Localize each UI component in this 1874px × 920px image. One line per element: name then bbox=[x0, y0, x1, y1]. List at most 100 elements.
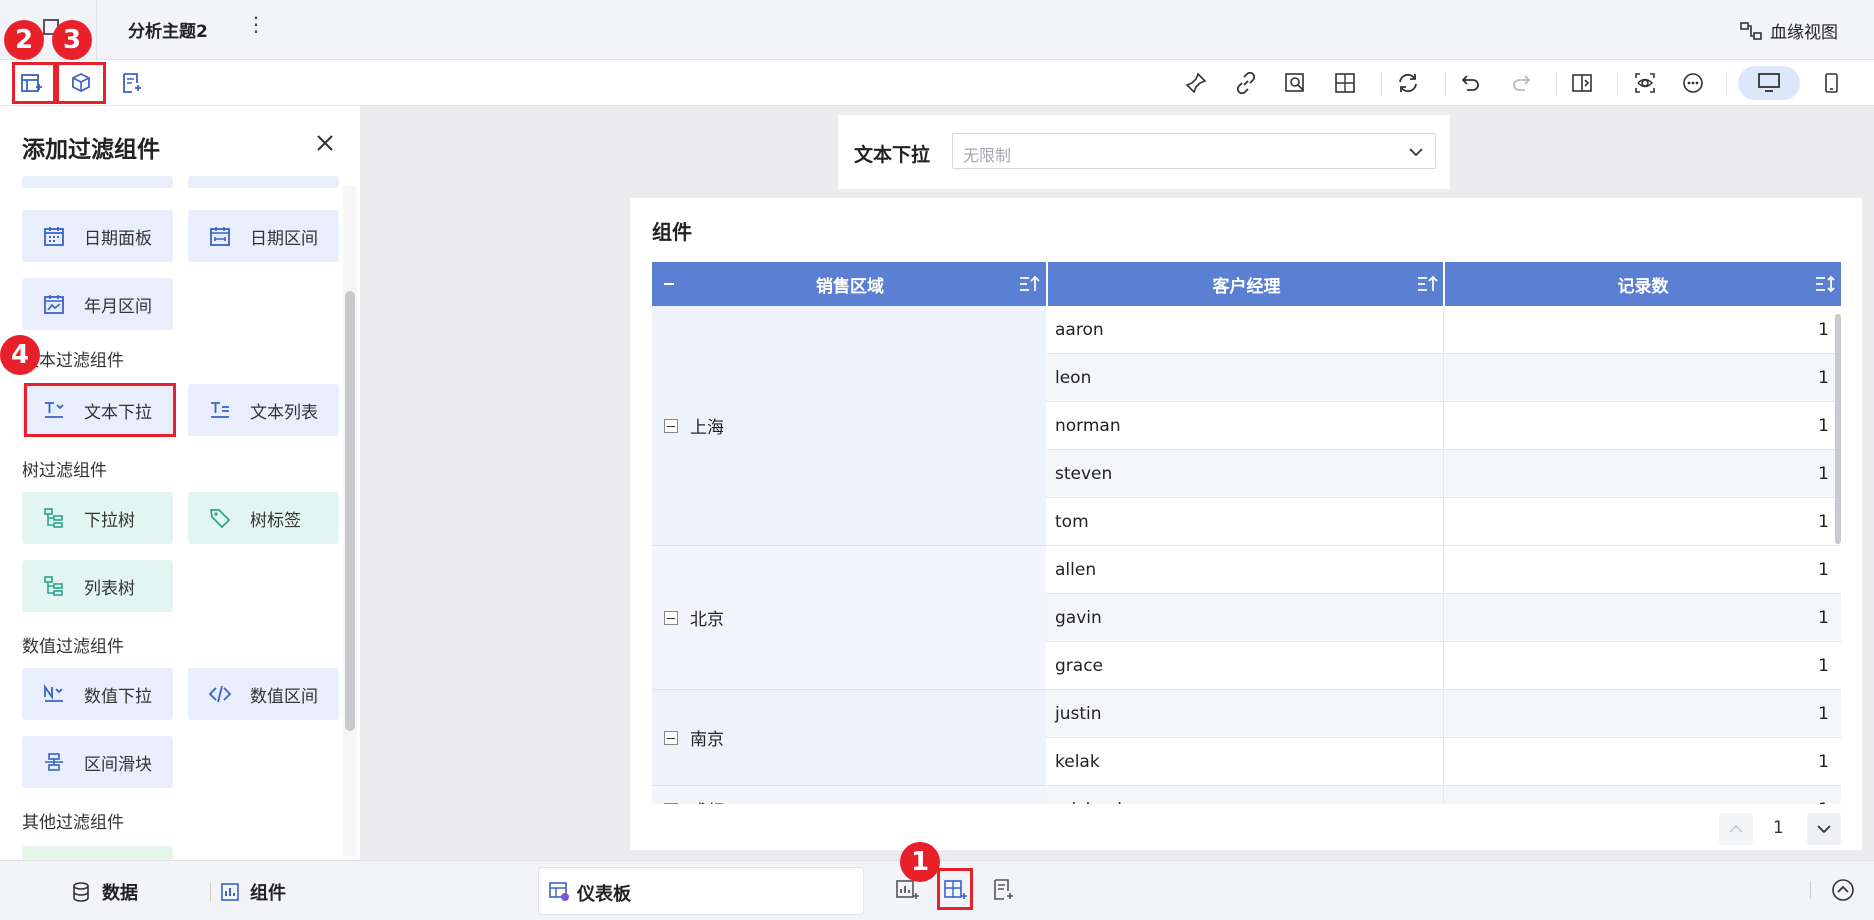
lineage-label: 血缘视图 bbox=[1770, 23, 1838, 43]
count-cell: 1 bbox=[1818, 512, 1829, 532]
header-record-count[interactable]: 记录数 bbox=[1445, 262, 1841, 306]
collapse-icon[interactable] bbox=[664, 730, 678, 745]
table-row[interactable]: steven 1 bbox=[1046, 450, 1841, 498]
filter-item-label: 数值下拉 bbox=[84, 686, 152, 707]
region-cell: 南京 bbox=[652, 690, 1046, 786]
count-cell: 1 bbox=[1818, 464, 1829, 484]
table-row[interactable]: leon 1 bbox=[1046, 354, 1841, 402]
collapse-up-icon[interactable] bbox=[1830, 877, 1856, 903]
manager-cell: justin bbox=[1055, 704, 1102, 724]
redo-icon[interactable] bbox=[1508, 70, 1534, 96]
preview-icon[interactable] bbox=[1632, 70, 1658, 96]
refresh-icon[interactable] bbox=[1395, 70, 1421, 96]
table-body: 上海 aaron 1 leon 1 norman 1 steven 1 tom 1 北京 … bbox=[652, 306, 1841, 804]
region-label: 成都 bbox=[690, 797, 724, 804]
filter-item-label: 列表树 bbox=[84, 578, 135, 599]
grid-layout-icon[interactable] bbox=[1332, 70, 1358, 96]
filter-item-dropdown-tree[interactable]: 下拉树 bbox=[22, 492, 173, 544]
close-icon[interactable] bbox=[312, 130, 338, 156]
filter-item-partial[interactable] bbox=[22, 176, 173, 188]
dashboard-tab-label: 仪表板 bbox=[577, 884, 631, 905]
filter-placeholder: 无限制 bbox=[963, 146, 1012, 165]
count-cell: 1 bbox=[1818, 656, 1829, 676]
more-menu-button[interactable]: ⋮ bbox=[246, 14, 266, 34]
table-row[interactable]: tom 1 bbox=[1046, 498, 1841, 546]
manager-cell: norman bbox=[1055, 416, 1121, 436]
filter-item-date-range[interactable]: 日期区间 bbox=[188, 210, 339, 262]
mobile-view-icon[interactable] bbox=[1818, 70, 1844, 96]
page-up-button[interactable] bbox=[1719, 813, 1753, 845]
divider bbox=[1617, 72, 1618, 96]
collapse-icon[interactable] bbox=[664, 802, 678, 804]
divider bbox=[1726, 72, 1727, 96]
table-row[interactable]: gavin 1 bbox=[1046, 594, 1841, 642]
desktop-view-button[interactable] bbox=[1738, 66, 1800, 100]
filter-item-list-tree[interactable]: 列表树 bbox=[22, 560, 173, 612]
image-search-icon[interactable] bbox=[1282, 70, 1308, 96]
panel-scrollbar-thumb[interactable] bbox=[345, 291, 355, 731]
sort-asc-icon[interactable] bbox=[1018, 274, 1040, 294]
filter-item-date-panel[interactable]: 日期面板 bbox=[22, 210, 173, 262]
table-scrollbar-thumb[interactable] bbox=[1835, 314, 1841, 544]
page-down-button[interactable] bbox=[1807, 813, 1841, 845]
tag-icon bbox=[208, 506, 232, 530]
header-account-manager[interactable]: 客户经理 bbox=[1048, 262, 1445, 306]
manager-cell: aaron bbox=[1055, 320, 1104, 340]
filter-item-number-dropdown[interactable]: 数值下拉 bbox=[22, 668, 173, 720]
filter-item-text-list[interactable]: 文本列表 bbox=[188, 384, 339, 436]
undo-icon[interactable] bbox=[1458, 70, 1484, 96]
table-row[interactable]: norman 1 bbox=[1046, 402, 1841, 450]
manager-cell: gavin bbox=[1055, 608, 1102, 628]
link-icon[interactable] bbox=[1233, 70, 1259, 96]
more-options-icon[interactable] bbox=[1680, 70, 1706, 96]
table-row[interactable]: justin 1 bbox=[1046, 690, 1841, 738]
calendar-icon bbox=[42, 224, 66, 248]
panel-title: 添加过滤组件 bbox=[22, 137, 160, 163]
filter-item-partial[interactable] bbox=[188, 176, 339, 188]
table-row[interactable]: kelak 1 bbox=[1046, 738, 1841, 786]
count-cell: 1 bbox=[1818, 704, 1829, 724]
region-label: 北京 bbox=[690, 610, 724, 630]
sort-both-icon[interactable] bbox=[1814, 274, 1836, 294]
lineage-view-button[interactable]: 血缘视图 bbox=[1740, 18, 1838, 43]
manager-cell: allen bbox=[1055, 560, 1097, 580]
table-row[interactable]: aaron 1 bbox=[1046, 306, 1841, 354]
table-row[interactable]: michael 1 bbox=[1046, 786, 1841, 804]
count-cell: 1 bbox=[1818, 752, 1829, 772]
split-view-icon[interactable] bbox=[1569, 70, 1595, 96]
header-sales-region[interactable]: 销售区域 bbox=[652, 262, 1048, 306]
collapse-icon[interactable] bbox=[664, 610, 678, 625]
data-tab[interactable]: 数据 bbox=[70, 879, 138, 905]
add-text-icon[interactable] bbox=[118, 70, 144, 96]
table-widget[interactable]: 组件 销售区域 客户经理 记录数 上海 aaron 1 leon 1 norman 1… bbox=[630, 198, 1862, 850]
highlight-box-3 bbox=[56, 62, 106, 104]
table-row[interactable]: grace 1 bbox=[1046, 642, 1841, 690]
manager-cell: leon bbox=[1055, 368, 1092, 388]
category-tree-filters: 树过滤组件 bbox=[22, 461, 107, 481]
filter-select[interactable]: 无限制 bbox=[952, 133, 1436, 169]
manager-cell: steven bbox=[1055, 464, 1113, 484]
text-dropdown-widget[interactable]: 文本下拉 无限制 bbox=[838, 115, 1450, 189]
dashboard-tab[interactable]: 仪表板 bbox=[538, 867, 864, 915]
count-cell: 1 bbox=[1818, 416, 1829, 436]
add-report-widget-icon[interactable] bbox=[990, 877, 1016, 903]
pin-icon[interactable] bbox=[1183, 70, 1209, 96]
table-row[interactable]: allen 1 bbox=[1046, 546, 1841, 594]
collapse-icon[interactable] bbox=[664, 418, 678, 433]
filter-item-number-range[interactable]: 数值区间 bbox=[188, 668, 339, 720]
region-cell: 上海 bbox=[652, 306, 1046, 546]
filter-item-label: 下拉树 bbox=[84, 510, 135, 531]
toolbar bbox=[0, 60, 1874, 106]
step-badge-2: 2 bbox=[4, 20, 44, 60]
filter-item-partial[interactable] bbox=[22, 846, 173, 860]
widget-tab[interactable]: 组件 bbox=[220, 879, 286, 905]
divider bbox=[210, 883, 211, 901]
bar-chart-icon bbox=[220, 882, 240, 902]
manager-cell: grace bbox=[1055, 656, 1104, 676]
category-number-filters: 数值过滤组件 bbox=[22, 637, 124, 657]
sort-asc-icon[interactable] bbox=[1416, 274, 1438, 294]
filter-item-year-month-range[interactable]: 年月区间 bbox=[22, 278, 173, 330]
filter-item-range-slider[interactable]: 区间滑块 bbox=[22, 736, 173, 788]
category-other-filters: 其他过滤组件 bbox=[22, 813, 124, 833]
filter-item-tree-tag[interactable]: 树标签 bbox=[188, 492, 339, 544]
